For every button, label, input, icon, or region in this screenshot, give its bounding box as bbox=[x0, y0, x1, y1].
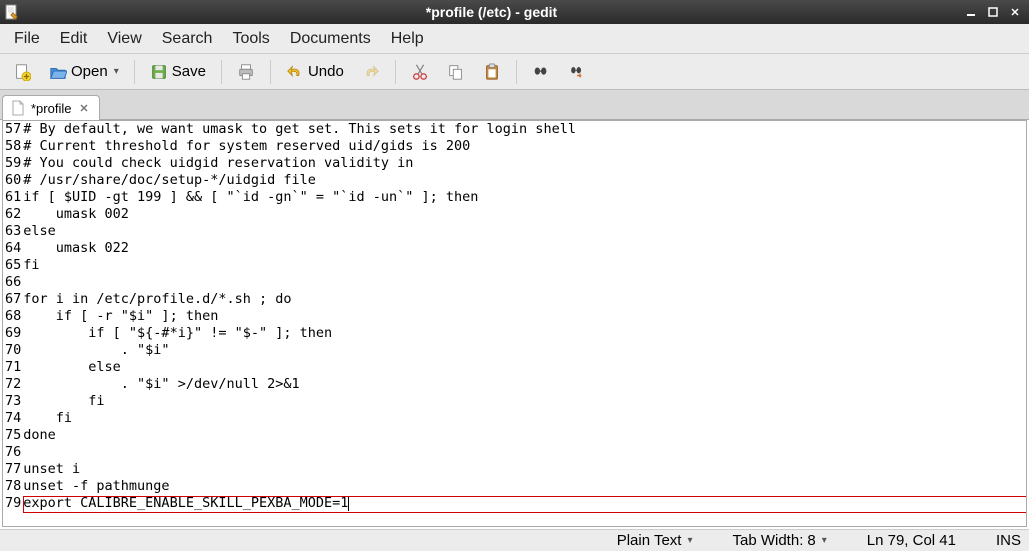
separator bbox=[395, 60, 396, 84]
code-line[interactable]: # Current threshold for system reserved … bbox=[23, 138, 1026, 155]
menubar: File Edit View Search Tools Documents He… bbox=[0, 24, 1029, 54]
new-button[interactable] bbox=[6, 59, 38, 85]
menu-file[interactable]: File bbox=[4, 26, 50, 52]
minimize-button[interactable] bbox=[961, 4, 981, 20]
code-line[interactable]: umask 022 bbox=[23, 240, 1026, 257]
code-content[interactable]: # By default, we want umask to get set. … bbox=[23, 121, 1026, 526]
open-label: Open bbox=[71, 63, 108, 80]
chevron-down-icon: ▾ bbox=[114, 66, 119, 77]
find-replace-button[interactable] bbox=[561, 59, 593, 85]
close-button[interactable] bbox=[1005, 4, 1025, 20]
toolbar: Open ▾ Save Undo bbox=[0, 54, 1029, 90]
code-line[interactable]: umask 002 bbox=[23, 206, 1026, 223]
app-icon bbox=[4, 4, 20, 20]
separator bbox=[516, 60, 517, 84]
copy-button[interactable] bbox=[440, 59, 472, 85]
separator bbox=[270, 60, 271, 84]
window-title: *profile (/etc) - gedit bbox=[24, 4, 959, 20]
code-line[interactable]: export CALIBRE_ENABLE_SKILL_PEXBA_MODE=1 bbox=[23, 495, 1026, 512]
maximize-button[interactable] bbox=[983, 4, 1003, 20]
save-label: Save bbox=[172, 63, 206, 80]
titlebar: *profile (/etc) - gedit bbox=[0, 0, 1029, 24]
tabbar: *profile bbox=[0, 90, 1029, 120]
status-insert-mode: INS bbox=[996, 532, 1021, 549]
undo-label: Undo bbox=[308, 63, 344, 80]
code-line[interactable]: . "$i" bbox=[23, 342, 1026, 359]
open-button[interactable]: Open ▾ bbox=[42, 59, 126, 85]
line-gutter: 5758596061626364656667686970717273747576… bbox=[3, 121, 23, 526]
chevron-down-icon: ▾ bbox=[687, 535, 692, 546]
code-line[interactable] bbox=[23, 444, 1026, 461]
code-line[interactable]: fi bbox=[23, 393, 1026, 410]
chevron-down-icon: ▾ bbox=[822, 535, 827, 546]
code-line[interactable]: # /usr/share/doc/setup-*/uidgid file bbox=[23, 172, 1026, 189]
code-line[interactable]: else bbox=[23, 359, 1026, 376]
file-icon bbox=[11, 100, 25, 116]
menu-help[interactable]: Help bbox=[381, 26, 434, 52]
cut-button[interactable] bbox=[404, 59, 436, 85]
menu-edit[interactable]: Edit bbox=[50, 26, 98, 52]
code-line[interactable]: else bbox=[23, 223, 1026, 240]
status-position: Ln 79, Col 41 bbox=[867, 532, 956, 549]
separator bbox=[221, 60, 222, 84]
paste-button[interactable] bbox=[476, 59, 508, 85]
code-line[interactable]: # By default, we want umask to get set. … bbox=[23, 121, 1026, 138]
menu-view[interactable]: View bbox=[97, 26, 151, 52]
redo-button bbox=[355, 59, 387, 85]
tab-profile[interactable]: *profile bbox=[2, 95, 100, 120]
separator bbox=[134, 60, 135, 84]
menu-documents[interactable]: Documents bbox=[280, 26, 381, 52]
undo-button[interactable]: Undo bbox=[279, 59, 351, 85]
code-line[interactable]: . "$i" >/dev/null 2>&1 bbox=[23, 376, 1026, 393]
tab-close-icon[interactable] bbox=[77, 101, 91, 115]
code-line[interactable]: fi bbox=[23, 410, 1026, 427]
status-language[interactable]: Plain Text ▾ bbox=[617, 532, 693, 549]
code-line[interactable]: if [ $UID -gt 199 ] && [ "`id -gn`" = "`… bbox=[23, 189, 1026, 206]
code-line[interactable]: for i in /etc/profile.d/*.sh ; do bbox=[23, 291, 1026, 308]
code-line[interactable] bbox=[23, 274, 1026, 291]
save-button[interactable]: Save bbox=[143, 59, 213, 85]
menu-search[interactable]: Search bbox=[152, 26, 223, 52]
code-line[interactable]: # You could check uidgid reservation val… bbox=[23, 155, 1026, 172]
tab-label: *profile bbox=[31, 101, 71, 116]
status-tabwidth[interactable]: Tab Width: 8 ▾ bbox=[733, 532, 827, 549]
code-line[interactable]: unset -f pathmunge bbox=[23, 478, 1026, 495]
find-button[interactable] bbox=[525, 59, 557, 85]
code-line[interactable]: done bbox=[23, 427, 1026, 444]
code-line[interactable]: unset i bbox=[23, 461, 1026, 478]
code-line[interactable]: if [ -r "$i" ]; then bbox=[23, 308, 1026, 325]
editor-area[interactable]: 5758596061626364656667686970717273747576… bbox=[2, 120, 1027, 527]
code-line[interactable]: if [ "${-#*i}" != "$-" ]; then bbox=[23, 325, 1026, 342]
statusbar: Plain Text ▾ Tab Width: 8 ▾ Ln 79, Col 4… bbox=[0, 529, 1029, 551]
code-line[interactable]: fi bbox=[23, 257, 1026, 274]
print-button[interactable] bbox=[230, 59, 262, 85]
menu-tools[interactable]: Tools bbox=[222, 26, 279, 52]
